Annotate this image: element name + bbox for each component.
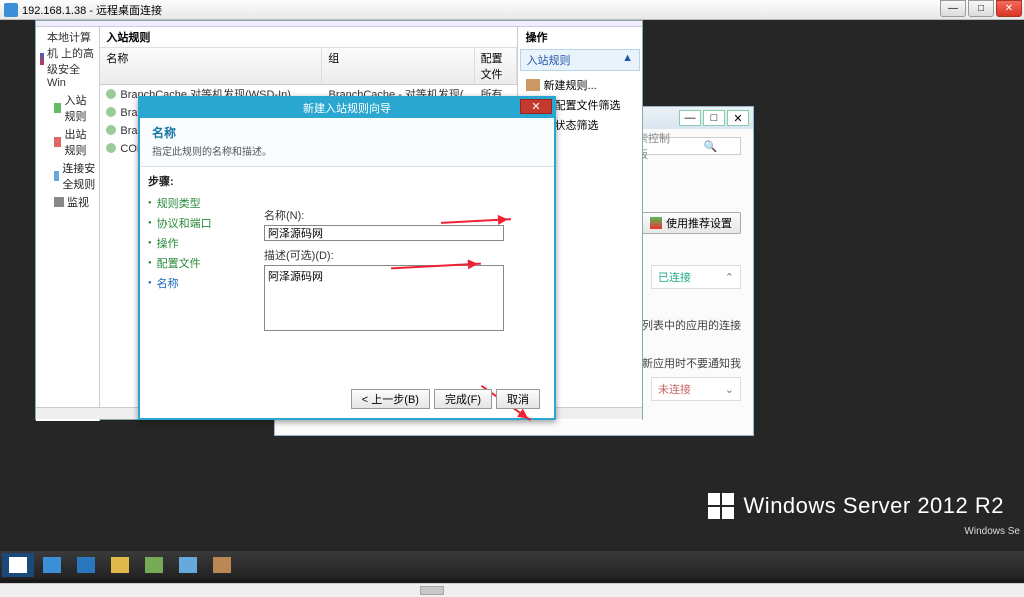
connsec-icon [54, 171, 59, 181]
watermark-subtext: Windows Se [964, 526, 1020, 537]
wizard-close-button[interactable]: ✕ [520, 99, 552, 114]
rules-list-title: 入站规则 [100, 27, 516, 47]
enabled-icon [106, 89, 116, 99]
start-icon [9, 557, 27, 573]
tree-inbound[interactable]: 入站规则 [52, 91, 99, 125]
tree-monitoring[interactable]: 监视 [52, 193, 99, 211]
rdp-icon [4, 3, 18, 17]
shield-icon [650, 217, 662, 229]
wizard-subtext: 指定此规则的名称和描述。 [152, 143, 542, 158]
outer-horizontal-scrollbar[interactable] [0, 583, 1024, 597]
taskbar-server-manager[interactable] [36, 553, 68, 577]
enabled-icon [106, 143, 116, 153]
minimize-button[interactable]: — [940, 0, 966, 17]
rdp-titlebar[interactable]: 192.168.1.38 - 远程桌面连接 — □ ✕ [0, 0, 1024, 20]
inbound-icon [54, 103, 61, 113]
taskbar[interactable] [0, 551, 1024, 579]
app-icon [145, 557, 163, 573]
shield-icon [40, 53, 44, 65]
finish-button[interactable]: 完成(F) [434, 389, 492, 409]
recommended-settings-row: 使用推荐设置 [641, 212, 741, 234]
disconnected-panel[interactable]: 未连接⌄ [651, 377, 741, 401]
new-rule-wizard: 新建入站规则向导 ✕ 名称 指定此规则的名称和描述。 步骤: 规则类型 协议和端… [138, 96, 556, 420]
start-button[interactable] [2, 553, 34, 577]
rdp-title-text: 192.168.1.38 - 远程桌面连接 [22, 2, 162, 18]
watermark-text: Windows Server 2012 R2 [744, 493, 1004, 519]
step-name[interactable]: 名称 [148, 273, 238, 293]
col-profile[interactable]: 配置文件 [475, 48, 517, 84]
chevron-up-icon: ⌃ [725, 271, 734, 284]
firewall-tree[interactable]: 本地计算机 上的高级安全 Win 入站规则 出站规则 连接安全规则 监视 [36, 27, 100, 421]
back-button[interactable]: < 上一步(B) [351, 389, 430, 409]
cp-minimize-button[interactable]: — [679, 110, 701, 126]
search-icon[interactable]: 🔍 [681, 140, 740, 153]
use-recommended-button[interactable]: 使用推荐设置 [641, 212, 741, 234]
actions-category[interactable]: 入站规则▲ [520, 49, 640, 71]
taskbar-powershell[interactable] [70, 553, 102, 577]
outbound-icon [54, 137, 61, 147]
app-icon [213, 557, 231, 573]
chevron-down-icon: ⌄ [725, 383, 734, 396]
wizard-form: 名称(N): 描述(可选)(D): < 上一步(B) 完成(F) 取消 [246, 167, 554, 415]
cancel-button[interactable]: 取消 [496, 389, 540, 409]
cp-maximize-button[interactable]: □ [703, 110, 725, 126]
powershell-icon [77, 557, 95, 573]
action-new-rule[interactable]: 新建规则... [522, 75, 638, 95]
maximize-button[interactable]: □ [968, 0, 994, 17]
tree-outbound[interactable]: 出站规则 [52, 125, 99, 159]
monitor-icon [54, 197, 64, 207]
wizard-heading: 名称 [152, 124, 542, 141]
collapse-icon: ▲ [622, 52, 633, 68]
os-watermark: Windows Server 2012 R2 [708, 493, 1004, 519]
wizard-titlebar[interactable]: 新建入站规则向导 ✕ [140, 98, 554, 118]
connected-panel[interactable]: 已连接⌃ [651, 265, 741, 289]
rdp-window: 192.168.1.38 - 远程桌面连接 — □ ✕ — □ ✕ 搜索控制面板… [0, 0, 1024, 597]
step-rule-type[interactable]: 规则类型 [148, 193, 238, 213]
step-profile[interactable]: 配置文件 [148, 253, 238, 273]
steps-label: 步骤: [148, 173, 238, 189]
explorer-icon [111, 557, 129, 573]
rule-name-input[interactable] [264, 225, 504, 241]
taskbar-app[interactable] [172, 553, 204, 577]
enabled-icon [106, 125, 116, 135]
new-rule-icon [526, 79, 540, 91]
rule-description-input[interactable] [264, 265, 504, 331]
taskbar-app[interactable] [138, 553, 170, 577]
col-group[interactable]: 组 [322, 48, 474, 84]
tree-root[interactable]: 本地计算机 上的高级安全 Win [36, 27, 99, 91]
notify-text: 新应用时不要通知我 [642, 355, 741, 371]
actions-header: 操作 [518, 27, 642, 47]
scrollbar-thumb[interactable] [420, 586, 444, 595]
wizard-steps: 步骤: 规则类型 协议和端口 操作 配置文件 名称 [140, 167, 246, 415]
app-icon [179, 557, 197, 573]
cp-close-button[interactable]: ✕ [727, 110, 749, 126]
tree-connection-security[interactable]: 连接安全规则 [52, 159, 99, 193]
remote-desktop: — □ ✕ 搜索控制面板 🔍 使用推荐设置 已连接⌃ 应用列表中的应用的连接 新… [0, 20, 1024, 579]
step-action[interactable]: 操作 [148, 233, 238, 253]
taskbar-explorer[interactable] [104, 553, 136, 577]
windows-logo-icon [708, 493, 734, 519]
wizard-buttons: < 上一步(B) 完成(F) 取消 [351, 389, 540, 409]
close-button[interactable]: ✕ [996, 0, 1022, 17]
wizard-header: 名称 指定此规则的名称和描述。 [140, 118, 554, 167]
server-manager-icon [43, 557, 61, 573]
col-name[interactable]: 名称 [100, 48, 322, 84]
column-headers[interactable]: 名称 组 配置文件 [100, 47, 516, 85]
taskbar-app[interactable] [206, 553, 238, 577]
enabled-icon [106, 107, 116, 117]
description-label: 描述(可选)(D): [264, 247, 536, 263]
step-protocol-ports[interactable]: 协议和端口 [148, 213, 238, 233]
